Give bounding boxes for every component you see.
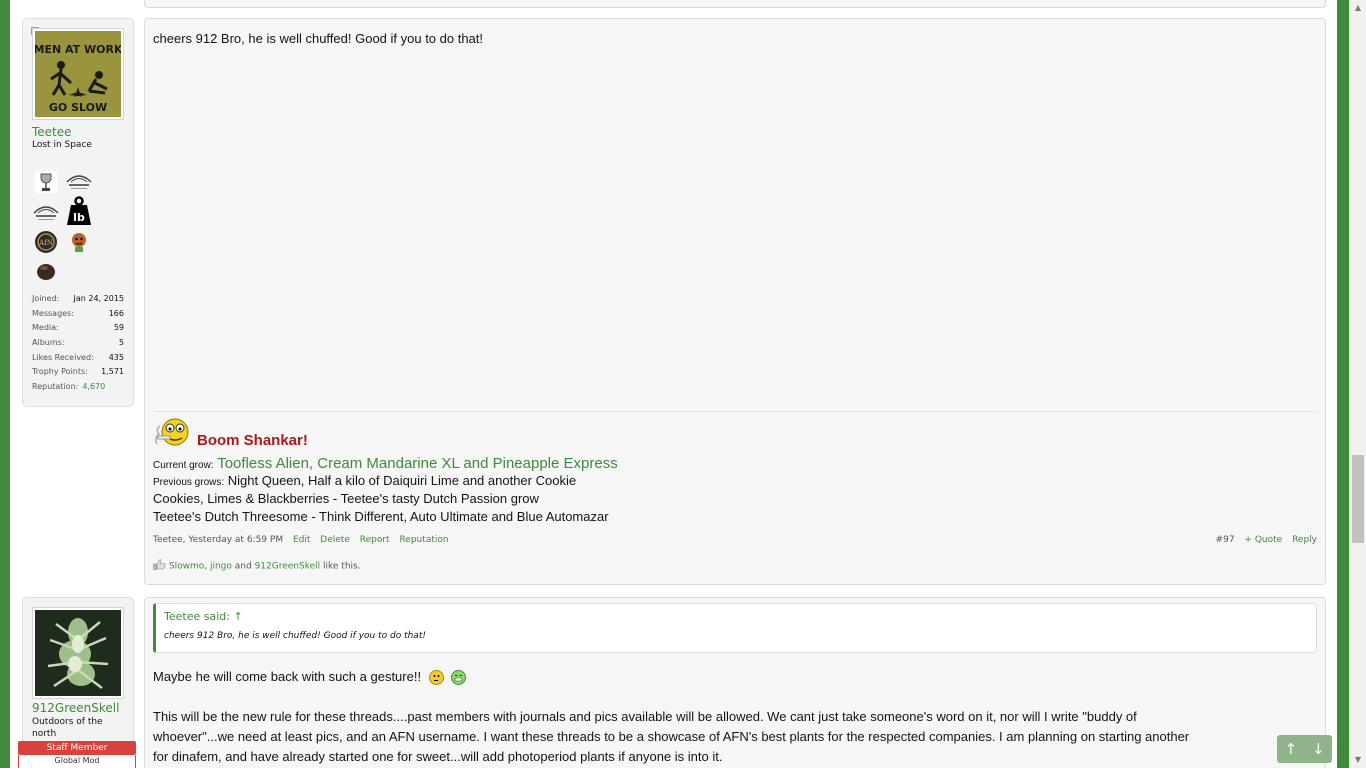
previous-post-edge	[144, 0, 1326, 8]
user-title: Outdoors of the	[32, 717, 103, 727]
scroll-buttons: ↑ ↓	[1277, 735, 1332, 763]
likes-and: and	[231, 561, 255, 572]
likes-suffix: like this.	[320, 561, 361, 572]
logo-emblem-icon[interactable]	[32, 200, 60, 226]
men-at-work-avatar-image: MEN AT WORK GO SLOW	[35, 31, 121, 117]
stat-media[interactable]: Media: 59	[32, 321, 124, 336]
signature-previous-grows: Previous grows: Night Queen, Half a kilo…	[153, 473, 576, 488]
quote-text: cheers 912 Bro, he is well chuffed! Good…	[164, 631, 426, 641]
quote-attribution-link[interactable]: Teetee said: ↑	[164, 610, 243, 623]
quote-link[interactable]: + Quote	[1244, 535, 1282, 545]
smoking-smilie-icon	[153, 416, 193, 448]
quote-container: Teetee said: ↑ cheers 912 Bro, he is wel…	[153, 603, 1317, 653]
avatar-graphic: MEN AT WORK GO SLOW	[35, 31, 121, 117]
scroll-up-arrow-icon[interactable]: ▲	[1350, 0, 1366, 16]
message-paragraph-line: whoever"...we need at least pics, and an…	[153, 729, 1190, 744]
previous-grow-link[interactable]: Cookies, Limes & Blackberries - Teetee's…	[153, 491, 539, 506]
message-text: Maybe he will come back with such a gest…	[153, 669, 422, 684]
stat-likes-received: Likes Received: 435	[32, 352, 124, 362]
page-scrollbar[interactable]: ▲ ▼	[1349, 0, 1366, 768]
brown-ball-icon[interactable]	[32, 258, 60, 284]
weight-lb-icon[interactable]: lb	[65, 196, 93, 225]
post-author-time[interactable]: Teetee, Yesterday at 6:59 PM	[153, 535, 283, 545]
signature-divider	[153, 411, 1317, 412]
message-body-first-line: Maybe he will come back with such a gest…	[153, 669, 467, 686]
scroll-down-arrow-icon[interactable]: ▼	[1350, 752, 1366, 768]
reputation-link[interactable]: Reputation	[399, 535, 448, 545]
current-grow-link[interactable]: Toofless Alien, Cream Mandarine XL and P…	[217, 455, 618, 472]
delete-link[interactable]: Delete	[320, 535, 350, 545]
scroll-to-bottom-button[interactable]: ↓	[1312, 740, 1325, 758]
message-content: cheers 912 Bro, he is well chuffed! Good…	[144, 18, 1326, 585]
scroll-to-top-button[interactable]: ↑	[1284, 740, 1297, 758]
report-link[interactable]: Report	[360, 535, 390, 545]
cannabis-plant-avatar-image	[35, 610, 121, 696]
username-link[interactable]: Teetee	[32, 125, 72, 139]
stat-messages[interactable]: Messages: 166	[32, 307, 124, 322]
stat-trophy-points[interactable]: Trophy Points: 1,571	[32, 365, 124, 380]
liker-link[interactable]: Slowmo	[169, 562, 204, 572]
username-link[interactable]: 912GreenSkell	[32, 701, 119, 715]
page-left-border	[0, 0, 10, 768]
previous-grow-link[interactable]: Teetee's Dutch Threesome - Think Differe…	[153, 509, 609, 524]
sick-smilie-icon	[451, 670, 467, 686]
user-title: north	[32, 729, 57, 739]
message-paragraph-line: This will be the new rule for these thre…	[153, 709, 1137, 724]
page-right-border	[1337, 0, 1349, 768]
signature-current-grow: Current grow: Toofless Alien, Cream Mand…	[153, 455, 618, 472]
likes-summary: Slowmo, jingo and 912GreenSkell like thi…	[153, 559, 361, 573]
scrollbar-thumb[interactable]	[1352, 455, 1364, 543]
mascot-icon[interactable]	[65, 229, 93, 255]
staff-member-banner: Staff Member	[18, 741, 136, 755]
global-mod-banner: Global Mod	[18, 755, 136, 768]
message-paragraph-line: for dinafem, and have already started on…	[153, 749, 723, 764]
user-title: Lost in Space	[32, 140, 92, 150]
thumbs-up-icon	[153, 559, 166, 573]
current-grow-label: Current grow:	[153, 460, 214, 471]
avatar-text-bottom: GO SLOW	[49, 101, 107, 114]
post-number-link[interactable]: #97	[1216, 535, 1235, 545]
liker-link[interactable]: jingo	[210, 562, 232, 572]
message-user-info: MEN AT WORK GO SLOW Teetee Lost in Space…	[22, 18, 134, 407]
liker-link[interactable]: 912GreenSkell	[255, 562, 321, 572]
message-body: cheers 912 Bro, he is well chuffed! Good…	[153, 31, 484, 46]
afn-badge-icon[interactable]: AfN	[32, 229, 60, 255]
thread-page: MEN AT WORK GO SLOW Teetee Lost in Space…	[10, 0, 1337, 768]
message-user-info: 912GreenSkell Outdoors of the north Staf…	[18, 597, 136, 768]
trophy-cup-icon[interactable]	[32, 169, 60, 195]
stat-albums[interactable]: Albums: 5	[32, 336, 124, 351]
message-content: Teetee said: ↑ cheers 912 Bro, he is wel…	[144, 597, 1326, 768]
stat-joined: Joined: Jan 24, 2015	[32, 294, 124, 303]
previous-grow-link[interactable]: Night Queen, Half a kilo of Daiquiri Lim…	[228, 473, 576, 488]
avatar-text-top: MEN AT WORK	[35, 43, 121, 56]
edit-link[interactable]: Edit	[293, 535, 310, 545]
afn-label: AfN	[38, 239, 53, 247]
signature-title: Boom Shankar!	[197, 432, 308, 449]
weight-label: lb	[73, 211, 85, 224]
previous-grows-label: Previous grows:	[153, 477, 225, 488]
stat-reputation: Reputation: 4,670	[32, 382, 106, 392]
message-meta: Teetee, Yesterday at 6:59 PM Edit Delete…	[153, 535, 1317, 545]
avatar[interactable]	[32, 607, 124, 699]
logo-emblem-icon[interactable]	[65, 169, 93, 195]
avatar[interactable]: MEN AT WORK GO SLOW	[32, 28, 124, 120]
reply-link[interactable]: Reply	[1292, 535, 1317, 545]
thinking-smilie-icon	[428, 670, 444, 686]
user-stats: Joined: Jan 24, 2015 Messages: 166 Media: 5…	[32, 292, 124, 395]
post-actions: #97 + Quote Reply	[1209, 535, 1317, 545]
